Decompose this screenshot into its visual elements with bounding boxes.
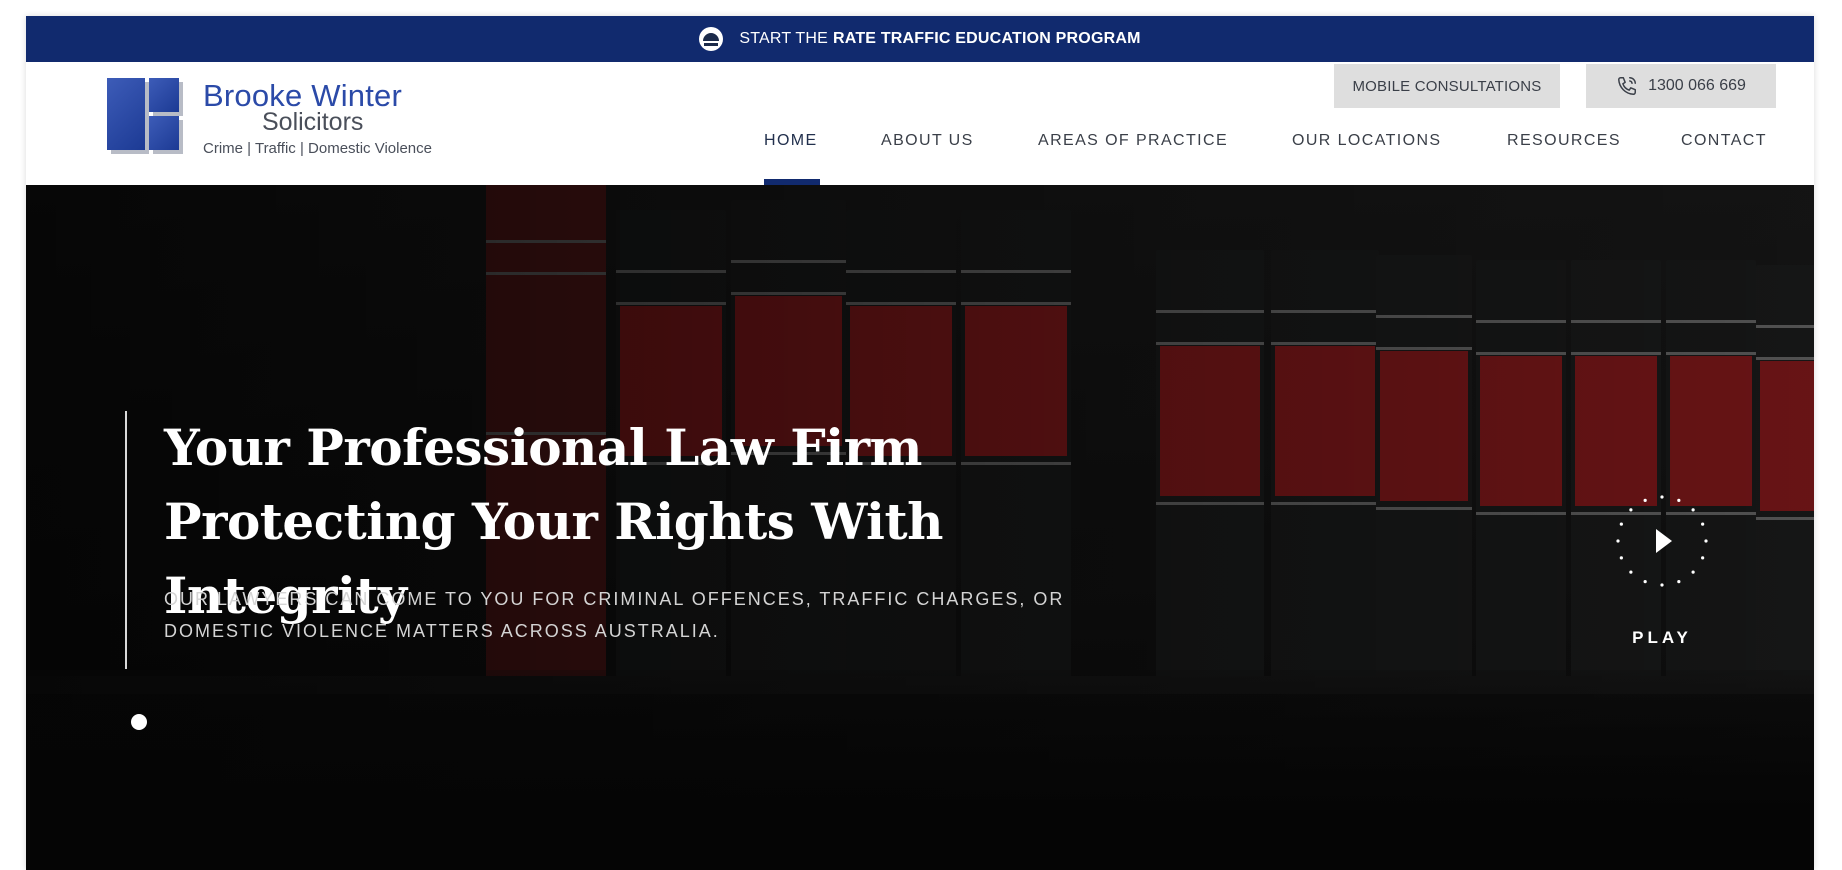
nav-item-about-us[interactable]: ABOUT US [881, 132, 974, 150]
play-video-label[interactable]: PLAY [1616, 628, 1708, 648]
hero-subtitle-line-2: DOMESTIC VIOLENCE MATTERS ACROSS AUSTRAL… [164, 621, 720, 641]
phone-icon [1618, 77, 1637, 95]
hero-section: Your Professional Law Firm Protecting Yo… [26, 185, 1814, 870]
hero-bottom-fade [26, 670, 1814, 870]
hero-accent-rule [125, 411, 127, 669]
promo-banner-prefix: START THE [739, 30, 829, 47]
play-ring-dot [1660, 495, 1664, 499]
play-ring-dot [1643, 580, 1647, 584]
logo-mark-block-top [149, 78, 179, 112]
play-icon[interactable] [1614, 493, 1710, 589]
mobile-consultations-label: MOBILE CONSULTATIONS [1352, 77, 1542, 95]
play-ring-dot [1691, 508, 1695, 512]
play-ring-dot [1660, 583, 1664, 587]
nav-item-contact[interactable]: CONTACT [1681, 132, 1767, 150]
play-ring-dot [1701, 522, 1705, 526]
page-frame: START THE RATE TRAFFIC EDUCATION PROGRAM… [26, 16, 1814, 870]
play-ring-dot [1629, 508, 1633, 512]
play-ring-dot [1619, 522, 1623, 526]
phone-button[interactable]: 1300 066 669 [1586, 64, 1776, 108]
hero-subtitle: OUR LAWYERS CAN COME TO YOU FOR CRIMINAL… [164, 583, 1124, 647]
play-ring-dot [1677, 580, 1681, 584]
hero-subtitle-line-1: OUR LAWYERS CAN COME TO YOU FOR CRIMINAL… [164, 589, 1065, 609]
site-header: Brooke Winter Solicitors Crime | Traffic… [26, 62, 1814, 185]
play-ring-dot [1616, 539, 1620, 543]
phone-number: 1300 066 669 [1648, 77, 1746, 94]
slider-dot[interactable] [131, 714, 147, 730]
play-ring-dot [1677, 498, 1681, 502]
nav-item-our-locations[interactable]: OUR LOCATIONS [1292, 132, 1441, 150]
play-ring-dot [1643, 498, 1647, 502]
nav-item-resources[interactable]: RESOURCES [1507, 132, 1621, 150]
play-ring-dot [1691, 570, 1695, 574]
play-ring-dot [1619, 556, 1623, 560]
nav-item-areas-of-practice[interactable]: AREAS OF PRACTICE [1038, 132, 1228, 150]
nav-item-home[interactable]: HOME [764, 132, 818, 150]
main-nav: HOME ABOUT US AREAS OF PRACTICE OUR LOCA… [26, 124, 1814, 185]
play-ring-dot [1704, 539, 1708, 543]
rate-program-logo-icon [699, 27, 724, 51]
hero-title-line-1: Your Professional Law Firm [164, 418, 922, 477]
promo-banner-link-text[interactable]: RATE TRAFFIC EDUCATION PROGRAM [833, 30, 1141, 48]
play-ring-dot [1629, 570, 1633, 574]
play-ring-dot [1701, 556, 1705, 560]
mobile-consultations-button[interactable]: MOBILE CONSULTATIONS [1334, 64, 1560, 108]
promo-banner[interactable]: START THE RATE TRAFFIC EDUCATION PROGRAM [26, 16, 1814, 62]
